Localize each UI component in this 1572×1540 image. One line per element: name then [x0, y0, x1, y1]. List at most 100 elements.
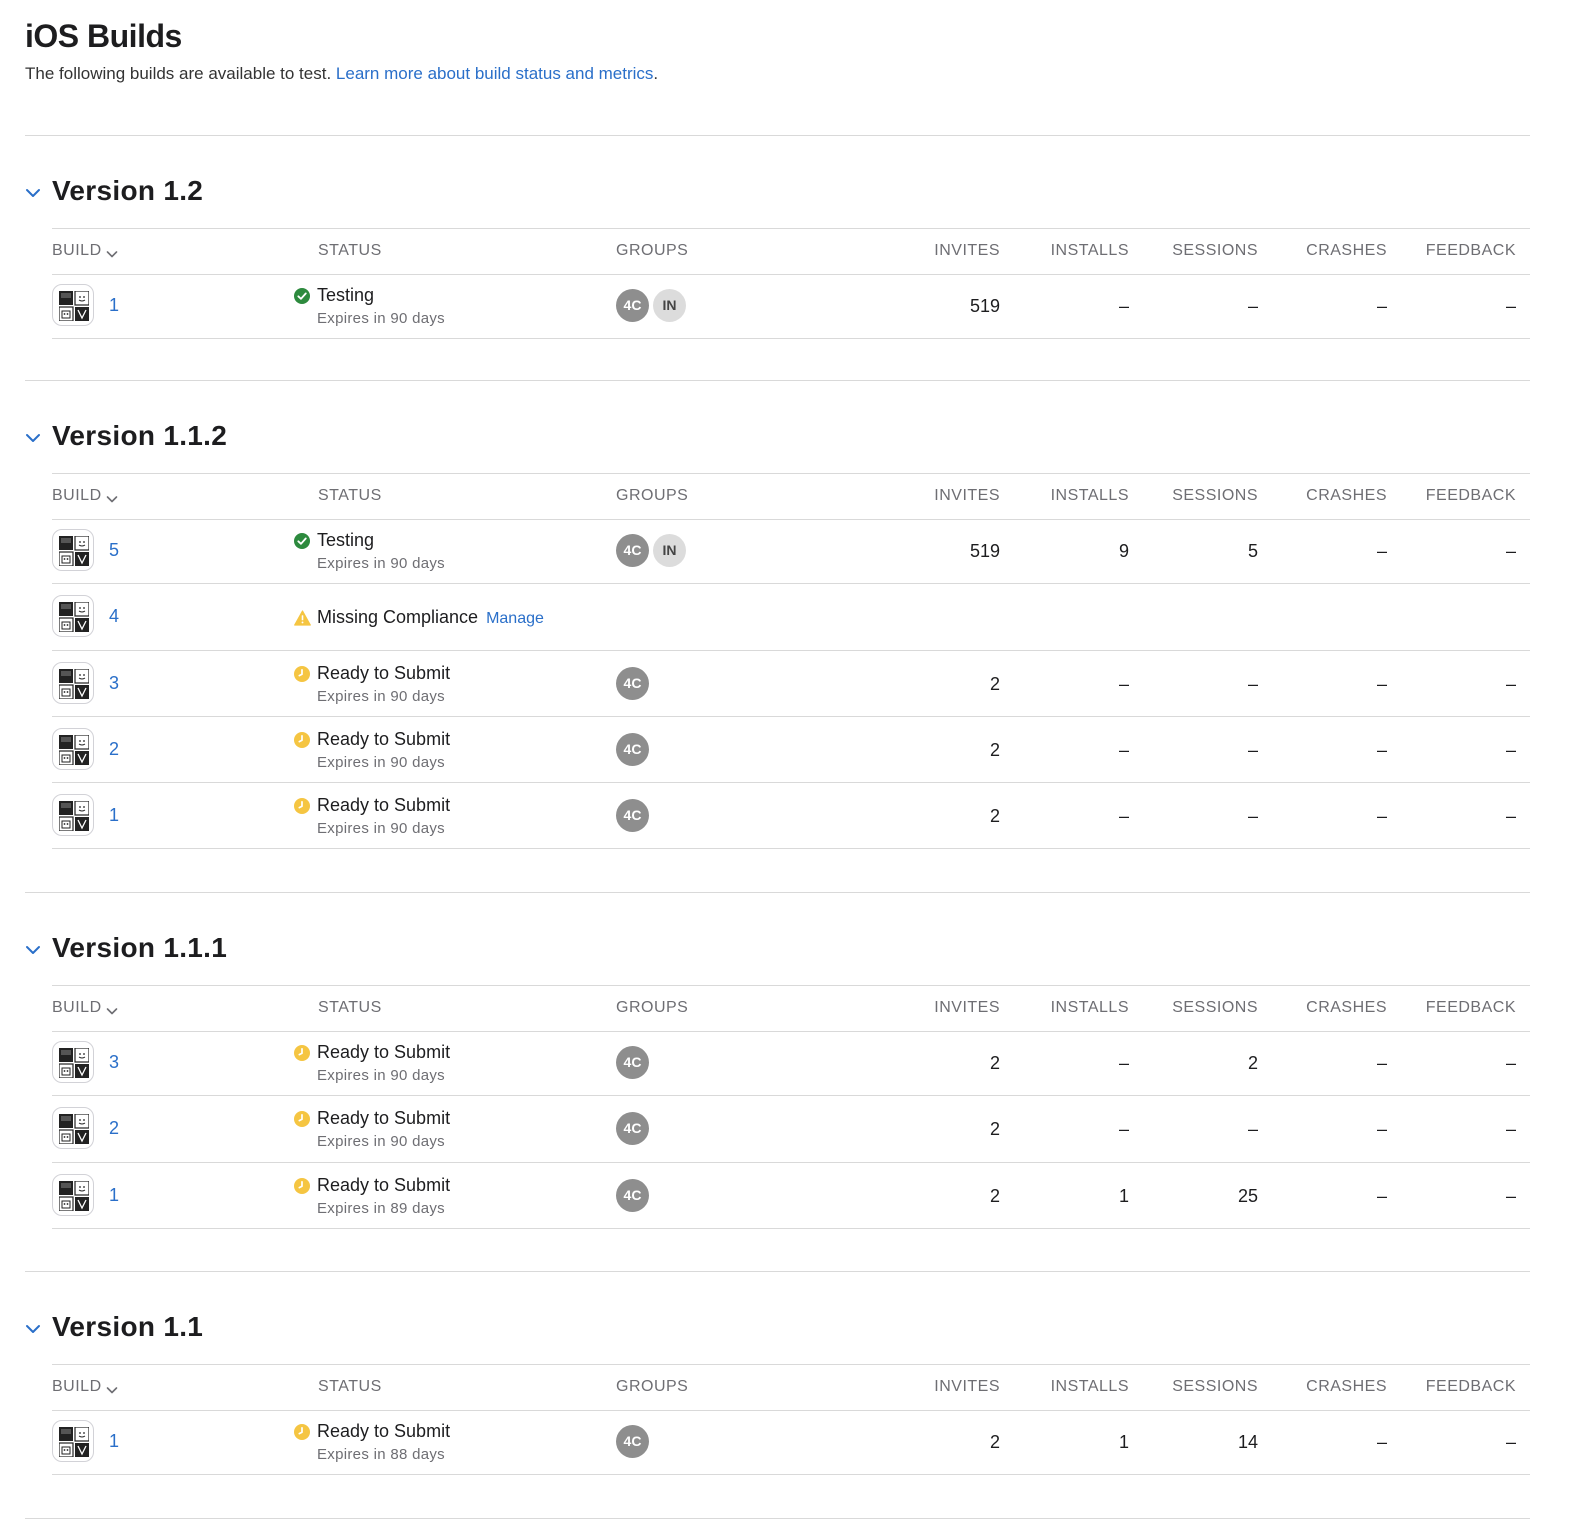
table-row[interactable]: 4 Missing Compliance Manage [52, 584, 1530, 651]
table-row[interactable]: 1 Ready to Submit Expires in 88 days 4C 2 1 14… [52, 1409, 1530, 1476]
status-label: Testing [317, 285, 374, 306]
invites-value: 519 [969, 541, 1000, 561]
chevron-down-icon[interactable] [25, 430, 41, 446]
group-badge-4c[interactable]: 4C [616, 666, 649, 700]
column-header-build[interactable]: BUILD [52, 1378, 118, 1396]
table-row[interactable]: 2 Ready to Submit Expires in 90 days 4C 2 – – –… [52, 717, 1530, 784]
app-icon[interactable] [52, 794, 94, 837]
build-number-link[interactable]: 2 [109, 739, 119, 760]
app-icon[interactable] [52, 1107, 94, 1150]
sessions-value: 5 [1247, 541, 1258, 561]
invites-value: 2 [989, 673, 1000, 694]
app-icon[interactable] [52, 529, 94, 571]
table-row[interactable]: 1 Ready to Submit Expires in 89 days 4C 2 1 25… [52, 1163, 1530, 1229]
installs-value: – [1118, 1119, 1129, 1140]
column-header-build[interactable]: BUILD [52, 242, 118, 260]
build-number-link[interactable]: 1 [109, 295, 119, 316]
version-title: Version 1.1 [52, 1311, 204, 1342]
invites-value: 2 [989, 739, 1000, 760]
status-text: Ready to Submit [317, 1108, 451, 1129]
status-expiry: Expires in 90 days [317, 1067, 445, 1084]
group-badge-in[interactable]: IN [653, 289, 686, 322]
sessions-value: – [1247, 739, 1258, 760]
status-label: Ready to Submit [317, 1042, 450, 1063]
table-row[interactable]: 1 Ready to Submit Expires in 90 days 4C 2 – – –… [52, 783, 1530, 850]
crashes-value: – [1376, 1185, 1387, 1206]
build-number-link[interactable]: 1 [109, 1185, 119, 1206]
warning-icon [294, 610, 311, 626]
table-row[interactable]: 3 Ready to Submit Expires in 90 days 4C 2 – 2 –… [52, 1030, 1530, 1097]
sessions-value: 14 [1237, 1432, 1258, 1452]
group-badge-4c[interactable]: 4C [616, 1178, 649, 1212]
feedback-value: – [1505, 673, 1516, 694]
manage-link[interactable]: Manage [486, 610, 544, 627]
build-number-link[interactable]: 5 [109, 540, 119, 561]
group-badge-4c[interactable]: 4C [616, 732, 649, 766]
table-row[interactable]: 2 Ready to Submit Expires in 90 days 4C 2 – – –… [52, 1096, 1530, 1163]
app-icon[interactable] [52, 284, 94, 326]
build-number-link[interactable]: 1 [109, 805, 119, 826]
table-header: BUILD STATUS GROUPS INVITES INSTALLS SESSIONS… [52, 1364, 1530, 1411]
installs-value: 1 [1118, 1185, 1129, 1206]
sessions-value: – [1247, 1119, 1258, 1140]
status-expiry: Expires in 90 days [317, 820, 445, 838]
table-row[interactable]: 3 Ready to Submit Expires in 90 days 4C 2 – – –… [52, 651, 1530, 717]
column-header-feedback: FEEDBACK [1425, 242, 1516, 259]
build-number-link[interactable]: 2 [109, 1118, 119, 1139]
learn-more-link[interactable]: Learn more about build status and metric… [336, 64, 654, 83]
crashes-value: – [1376, 739, 1387, 760]
group-badge-4c[interactable]: 4C [616, 534, 649, 567]
chevron-down-icon[interactable] [25, 942, 41, 958]
section-divider [25, 135, 1530, 136]
column-header-status: STATUS [318, 242, 382, 259]
column-header-feedback: FEEDBACK [1425, 1378, 1516, 1395]
column-header-build[interactable]: BUILD [52, 487, 118, 505]
version-title: Version 1.1.2 [52, 420, 228, 451]
column-header-feedback: FEEDBACK [1425, 999, 1516, 1016]
version-header: Version 1.1.1 [25, 932, 1530, 972]
status-label: Ready to Submit [317, 729, 450, 750]
status-label: Testing [317, 530, 374, 551]
installs-value: – [1118, 296, 1129, 316]
build-number-link[interactable]: 3 [109, 673, 119, 694]
app-icon[interactable] [52, 727, 94, 770]
column-header-status: STATUS [318, 487, 382, 504]
crashes-value: – [1376, 1119, 1387, 1140]
app-icon[interactable] [52, 595, 94, 638]
app-icon[interactable] [52, 1041, 94, 1083]
intro-text: The following builds are available to te… [25, 64, 658, 84]
check-circle-icon [294, 533, 310, 549]
crashes-value: – [1376, 296, 1387, 316]
build-number-link[interactable]: 1 [109, 1431, 119, 1452]
table-row[interactable]: 1 Testing Expires in 90 days 4C IN 519 – – – – [52, 273, 1530, 340]
section-divider [25, 380, 1530, 381]
invites-value: 2 [989, 1432, 1000, 1452]
status-expiry: Expires in 89 days [317, 1199, 445, 1217]
status-expiry: Expires in 90 days [317, 1133, 445, 1151]
clock-icon [294, 1045, 310, 1061]
clock-icon [294, 798, 310, 815]
group-badge-4c[interactable]: 4C [616, 1046, 649, 1079]
column-header-build[interactable]: BUILD [52, 999, 118, 1017]
section-divider [25, 1518, 1530, 1519]
chevron-down-icon[interactable] [25, 1321, 41, 1337]
chevron-down-icon[interactable] [25, 185, 41, 201]
group-badge-4c[interactable]: 4C [616, 799, 649, 833]
crashes-value: – [1376, 806, 1387, 827]
sessions-value: – [1247, 806, 1258, 827]
build-number-link[interactable]: 4 [109, 606, 119, 627]
installs-value: 1 [1118, 1432, 1129, 1452]
sort-chevron-icon [106, 1382, 118, 1394]
group-badge-in[interactable]: IN [653, 534, 686, 567]
status-text: Ready to Submit [317, 795, 451, 816]
table-row[interactable]: 5 Testing Expires in 90 days 4C IN 519 9 5 – – [52, 518, 1530, 585]
app-icon[interactable] [52, 1420, 94, 1462]
intro-period: . [653, 64, 659, 83]
group-badge-4c[interactable]: 4C [616, 289, 649, 322]
group-badge-4c[interactable]: 4C [616, 1425, 649, 1458]
group-badge-4c[interactable]: 4C [616, 1112, 649, 1146]
build-number-link[interactable]: 3 [109, 1052, 119, 1073]
app-icon[interactable] [52, 1173, 94, 1216]
app-icon[interactable] [52, 661, 94, 704]
section-divider [25, 892, 1530, 893]
